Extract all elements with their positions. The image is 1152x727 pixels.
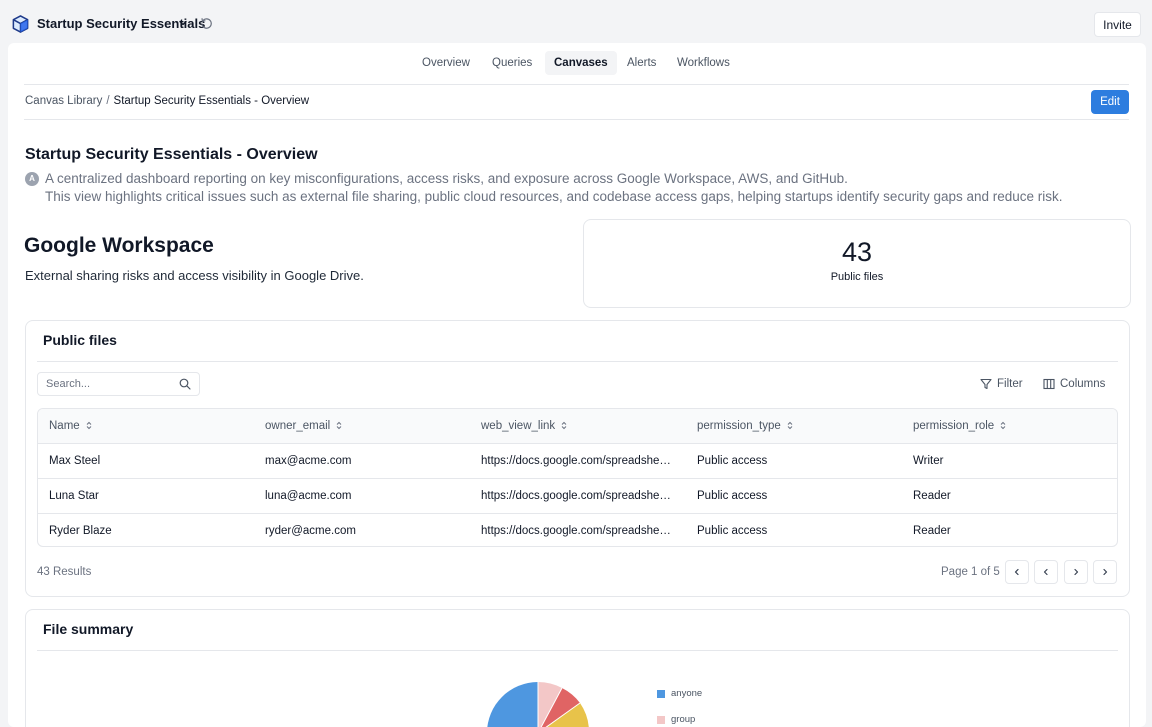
chevron-left-icon <box>1043 568 1048 576</box>
search-icon[interactable] <box>179 378 191 390</box>
cube-icon[interactable] <box>11 14 30 34</box>
public-files-table: Name owner_email web_view_link permissio… <box>37 408 1118 547</box>
cell-name: Luna Star <box>49 490 99 502</box>
cell-permission-type: Public access <box>697 455 768 467</box>
table-row[interactable]: Luna Star luna@acme.com https://docs.goo… <box>38 479 1117 514</box>
search-input[interactable] <box>38 373 173 395</box>
cell-owner-email: max@acme.com <box>265 455 352 467</box>
column-header-permission-role[interactable]: permission_role <box>913 409 1006 444</box>
cell-web-view-link[interactable]: https://docs.google.com/spreadsheets/d/2 <box>481 479 671 514</box>
legend-label: anyone <box>671 688 703 699</box>
cell-permission-type: Public access <box>697 525 768 537</box>
breadcrumb-parent-link[interactable]: Canvas Library <box>25 95 102 107</box>
stat-label: Public files <box>830 271 884 283</box>
avatar[interactable]: A <box>25 172 39 186</box>
description-line: A centralized dashboard reporting on key… <box>45 171 848 186</box>
page-indicator: Page 1 of 5 <box>941 566 1000 578</box>
breadcrumb: Canvas Library / Startup Security Essentia… <box>25 95 309 107</box>
public-files-card: Public files Filter Columns Name <box>25 320 1130 597</box>
column-header-label: owner_email <box>265 420 331 432</box>
page-title: Startup Security Essentials - Overview <box>25 146 318 163</box>
refresh-icon[interactable] <box>200 17 213 30</box>
next-page-button[interactable] <box>1064 560 1088 584</box>
tab-bar: Overview Queries Canvases Alerts Workflo… <box>8 51 1146 75</box>
last-page-button[interactable] <box>1093 560 1117 584</box>
tab-alerts[interactable]: Alerts <box>618 51 665 75</box>
sort-icon <box>1000 422 1006 430</box>
edit-button[interactable]: Edit <box>1091 90 1129 114</box>
filter-icon <box>980 378 992 390</box>
sort-icon <box>86 422 92 430</box>
cell-web-view-link[interactable]: https://docs.google.com/spreadsheets/d/3 <box>481 514 671 546</box>
column-header-owner-email[interactable]: owner_email <box>265 409 342 444</box>
previous-page-button[interactable] <box>1034 560 1058 584</box>
public-files-stat-card: 43 Public files <box>583 219 1131 308</box>
canvas-description: A centralized dashboard reporting on key… <box>45 170 1125 206</box>
column-header-label: permission_role <box>913 420 995 432</box>
divider <box>37 361 1118 362</box>
table-row[interactable]: Max Steel max@acme.com https://docs.goog… <box>38 444 1117 479</box>
legend-swatch <box>657 689 665 698</box>
divider <box>24 119 1129 120</box>
cell-web-view-link[interactable]: https://docs.google.com/spreadsheets/d/1 <box>481 444 671 479</box>
columns-button[interactable]: Columns <box>1043 376 1105 392</box>
cell-permission-role: Writer <box>913 455 944 467</box>
results-count: 43 Results <box>37 566 92 578</box>
column-header-permission-type[interactable]: permission_type <box>697 409 793 444</box>
cell-name: Ryder Blaze <box>49 525 112 537</box>
filter-label: Filter <box>997 378 1023 390</box>
divider <box>37 650 1118 651</box>
column-header-label: permission_type <box>697 420 781 432</box>
cell-owner-email: luna@acme.com <box>265 490 352 502</box>
file-summary-card: File summary anyone group <box>25 609 1130 727</box>
legend-item: anyone <box>657 688 702 699</box>
description-line: This view highlights critical issues suc… <box>45 189 1063 204</box>
chevron-down-icon[interactable] <box>178 18 188 28</box>
tab-workflows[interactable]: Workflows <box>668 51 739 75</box>
card-title: File summary <box>43 621 134 637</box>
breadcrumb-separator: / <box>106 95 110 107</box>
sort-icon <box>561 422 567 430</box>
search-box <box>37 372 200 396</box>
tab-queries[interactable]: Queries <box>483 51 541 75</box>
chevron-double-right-icon <box>1103 568 1108 576</box>
pie-slice-anyone <box>487 682 538 727</box>
columns-icon <box>1043 378 1055 390</box>
column-header-name[interactable]: Name <box>49 409 92 444</box>
cell-permission-role: Reader <box>913 525 951 537</box>
columns-label: Columns <box>1060 378 1106 390</box>
chevron-double-left-icon <box>1014 568 1019 576</box>
tab-canvases[interactable]: Canvases <box>545 51 617 75</box>
main-panel: Overview Queries Canvases Alerts Workflo… <box>8 43 1146 727</box>
column-header-label: web_view_link <box>481 420 556 432</box>
legend-label: group <box>671 714 696 725</box>
section-title: Google Workspace <box>24 234 214 257</box>
card-title: Public files <box>43 332 117 348</box>
first-page-button[interactable] <box>1005 560 1029 584</box>
filter-button[interactable]: Filter <box>980 376 1023 392</box>
divider <box>24 84 1129 85</box>
sort-icon <box>787 422 793 430</box>
table-row[interactable]: Ryder Blaze ryder@acme.com https://docs.… <box>38 514 1117 546</box>
cell-name: Max Steel <box>49 455 101 467</box>
sort-icon <box>336 422 342 430</box>
column-header-label: Name <box>49 420 80 432</box>
legend-swatch <box>657 715 665 724</box>
table-header: Name owner_email web_view_link permissio… <box>38 409 1117 444</box>
cell-permission-role: Reader <box>913 490 951 502</box>
section-subtitle: External sharing risks and access visibi… <box>25 268 364 283</box>
invite-button[interactable]: Invite <box>1094 12 1141 37</box>
cell-permission-type: Public access <box>697 490 768 502</box>
stat-value: 43 <box>841 237 873 267</box>
cell-owner-email: ryder@acme.com <box>265 525 356 537</box>
breadcrumb-current: Startup Security Essentials - Overview <box>113 95 310 107</box>
top-bar: Startup Security Essentials Invite <box>0 0 1152 44</box>
tab-overview[interactable]: Overview <box>413 51 479 75</box>
column-header-web-view-link[interactable]: web_view_link <box>481 409 567 444</box>
legend-item: group <box>657 714 695 725</box>
file-summary-pie-chart <box>487 682 589 727</box>
chevron-right-icon <box>1074 568 1079 576</box>
